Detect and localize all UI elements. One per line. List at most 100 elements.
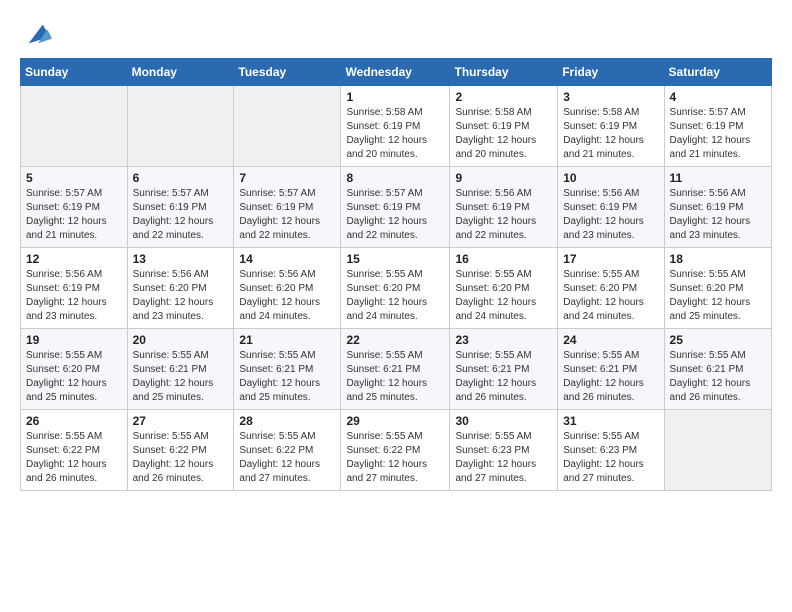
day-info: Sunrise: 5:57 AM Sunset: 6:19 PM Dayligh… bbox=[133, 187, 229, 243]
day-number: 23 bbox=[455, 333, 552, 347]
calendar-cell: 26Sunrise: 5:55 AM Sunset: 6:22 PM Dayli… bbox=[21, 410, 128, 491]
day-info: Sunrise: 5:55 AM Sunset: 6:22 PM Dayligh… bbox=[133, 430, 229, 486]
day-info: Sunrise: 5:55 AM Sunset: 6:21 PM Dayligh… bbox=[239, 349, 335, 405]
day-number: 1 bbox=[346, 90, 444, 104]
day-number: 2 bbox=[455, 90, 552, 104]
day-info: Sunrise: 5:57 AM Sunset: 6:19 PM Dayligh… bbox=[670, 106, 766, 162]
day-number: 4 bbox=[670, 90, 766, 104]
calendar-cell: 12 Sunrise: 5:56 AM Sunset: 6:19 PM Dayli… bbox=[21, 248, 128, 329]
calendar-week-row: 1 Sunrise: 5:58 AM Sunset: 6:19 PM Daylig… bbox=[21, 86, 772, 167]
logo-icon bbox=[24, 20, 52, 48]
calendar-cell: 19 Sunrise: 5:55 AM Sunset: 6:20 PM Dayli… bbox=[21, 329, 128, 410]
calendar-cell: 29Sunrise: 5:55 AM Sunset: 6:22 PM Dayli… bbox=[341, 410, 450, 491]
calendar-cell: 20 Sunrise: 5:55 AM Sunset: 6:21 PM Dayli… bbox=[127, 329, 234, 410]
calendar-cell: 23 Sunrise: 5:55 AM Sunset: 6:21 PM Dayli… bbox=[450, 329, 558, 410]
weekday-header: Sunday bbox=[21, 59, 128, 86]
calendar-cell: 31 Sunrise: 5:55 AM Sunset: 6:23 PM Dayli… bbox=[558, 410, 664, 491]
day-number: 18 bbox=[670, 252, 766, 266]
calendar-cell: 4 Sunrise: 5:57 AM Sunset: 6:19 PM Daylig… bbox=[664, 86, 771, 167]
calendar-cell bbox=[664, 410, 771, 491]
logo bbox=[20, 20, 52, 48]
day-number: 31 bbox=[563, 414, 658, 428]
day-number: 24 bbox=[563, 333, 658, 347]
day-number: 12 bbox=[26, 252, 122, 266]
calendar-cell: 5 Sunrise: 5:57 AM Sunset: 6:19 PM Daylig… bbox=[21, 167, 128, 248]
day-info: Sunrise: 5:55 AM Sunset: 6:21 PM Dayligh… bbox=[133, 349, 229, 405]
day-info: Sunrise: 5:58 AM Sunset: 6:19 PM Dayligh… bbox=[346, 106, 444, 162]
day-info: Sunrise: 5:56 AM Sunset: 6:19 PM Dayligh… bbox=[26, 268, 122, 324]
day-number: 20 bbox=[133, 333, 229, 347]
day-info: Sunrise: 5:58 AM Sunset: 6:19 PM Dayligh… bbox=[455, 106, 552, 162]
day-info: Sunrise: 5:55 AM Sunset: 6:22 PM Dayligh… bbox=[346, 430, 444, 486]
day-info: Sunrise: 5:58 AM Sunset: 6:19 PM Dayligh… bbox=[563, 106, 658, 162]
calendar-cell: 22 Sunrise: 5:55 AM Sunset: 6:21 PM Dayli… bbox=[341, 329, 450, 410]
calendar-cell: 6Sunrise: 5:57 AM Sunset: 6:19 PM Daylig… bbox=[127, 167, 234, 248]
day-number: 28 bbox=[239, 414, 335, 428]
calendar-cell: 9 Sunrise: 5:56 AM Sunset: 6:19 PM Daylig… bbox=[450, 167, 558, 248]
day-number: 3 bbox=[563, 90, 658, 104]
calendar-header-row: SundayMondayTuesdayWednesdayThursdayFrid… bbox=[21, 59, 772, 86]
day-info: Sunrise: 5:56 AM Sunset: 6:20 PM Dayligh… bbox=[133, 268, 229, 324]
day-number: 13 bbox=[133, 252, 229, 266]
day-number: 14 bbox=[239, 252, 335, 266]
calendar-week-row: 26Sunrise: 5:55 AM Sunset: 6:22 PM Dayli… bbox=[21, 410, 772, 491]
day-info: Sunrise: 5:55 AM Sunset: 6:20 PM Dayligh… bbox=[26, 349, 122, 405]
day-info: Sunrise: 5:57 AM Sunset: 6:19 PM Dayligh… bbox=[26, 187, 122, 243]
calendar-cell: 25Sunrise: 5:55 AM Sunset: 6:21 PM Dayli… bbox=[664, 329, 771, 410]
calendar: SundayMondayTuesdayWednesdayThursdayFrid… bbox=[20, 58, 772, 491]
day-number: 30 bbox=[455, 414, 552, 428]
day-number: 25 bbox=[670, 333, 766, 347]
day-info: Sunrise: 5:55 AM Sunset: 6:20 PM Dayligh… bbox=[346, 268, 444, 324]
calendar-cell: 8Sunrise: 5:57 AM Sunset: 6:19 PM Daylig… bbox=[341, 167, 450, 248]
weekday-header: Tuesday bbox=[234, 59, 341, 86]
day-info: Sunrise: 5:55 AM Sunset: 6:22 PM Dayligh… bbox=[26, 430, 122, 486]
day-number: 5 bbox=[26, 171, 122, 185]
calendar-cell: 3 Sunrise: 5:58 AM Sunset: 6:19 PM Daylig… bbox=[558, 86, 664, 167]
day-number: 16 bbox=[455, 252, 552, 266]
day-info: Sunrise: 5:55 AM Sunset: 6:20 PM Dayligh… bbox=[670, 268, 766, 324]
day-info: Sunrise: 5:55 AM Sunset: 6:23 PM Dayligh… bbox=[563, 430, 658, 486]
day-info: Sunrise: 5:56 AM Sunset: 6:19 PM Dayligh… bbox=[670, 187, 766, 243]
day-number: 19 bbox=[26, 333, 122, 347]
calendar-cell: 21 Sunrise: 5:55 AM Sunset: 6:21 PM Dayli… bbox=[234, 329, 341, 410]
day-info: Sunrise: 5:56 AM Sunset: 6:19 PM Dayligh… bbox=[563, 187, 658, 243]
weekday-header: Monday bbox=[127, 59, 234, 86]
calendar-cell: 10 Sunrise: 5:56 AM Sunset: 6:19 PM Dayli… bbox=[558, 167, 664, 248]
day-number: 21 bbox=[239, 333, 335, 347]
calendar-cell bbox=[234, 86, 341, 167]
calendar-cell: 1 Sunrise: 5:58 AM Sunset: 6:19 PM Daylig… bbox=[341, 86, 450, 167]
weekday-header: Friday bbox=[558, 59, 664, 86]
calendar-week-row: 12 Sunrise: 5:56 AM Sunset: 6:19 PM Dayli… bbox=[21, 248, 772, 329]
calendar-cell: 27 Sunrise: 5:55 AM Sunset: 6:22 PM Dayli… bbox=[127, 410, 234, 491]
calendar-cell bbox=[21, 86, 128, 167]
day-number: 8 bbox=[346, 171, 444, 185]
calendar-cell: 28 Sunrise: 5:55 AM Sunset: 6:22 PM Dayli… bbox=[234, 410, 341, 491]
day-number: 10 bbox=[563, 171, 658, 185]
calendar-cell: 2 Sunrise: 5:58 AM Sunset: 6:19 PM Daylig… bbox=[450, 86, 558, 167]
calendar-cell: 15 Sunrise: 5:55 AM Sunset: 6:20 PM Dayli… bbox=[341, 248, 450, 329]
calendar-cell: 30 Sunrise: 5:55 AM Sunset: 6:23 PM Dayli… bbox=[450, 410, 558, 491]
calendar-week-row: 5 Sunrise: 5:57 AM Sunset: 6:19 PM Daylig… bbox=[21, 167, 772, 248]
day-info: Sunrise: 5:56 AM Sunset: 6:20 PM Dayligh… bbox=[239, 268, 335, 324]
calendar-cell: 18 Sunrise: 5:55 AM Sunset: 6:20 PM Dayli… bbox=[664, 248, 771, 329]
day-info: Sunrise: 5:55 AM Sunset: 6:21 PM Dayligh… bbox=[563, 349, 658, 405]
weekday-header: Thursday bbox=[450, 59, 558, 86]
calendar-cell: 16Sunrise: 5:55 AM Sunset: 6:20 PM Dayli… bbox=[450, 248, 558, 329]
calendar-cell bbox=[127, 86, 234, 167]
day-info: Sunrise: 5:57 AM Sunset: 6:19 PM Dayligh… bbox=[239, 187, 335, 243]
day-number: 22 bbox=[346, 333, 444, 347]
day-info: Sunrise: 5:55 AM Sunset: 6:21 PM Dayligh… bbox=[455, 349, 552, 405]
day-number: 11 bbox=[670, 171, 766, 185]
calendar-cell: 11 Sunrise: 5:56 AM Sunset: 6:19 PM Dayli… bbox=[664, 167, 771, 248]
day-number: 27 bbox=[133, 414, 229, 428]
day-number: 17 bbox=[563, 252, 658, 266]
day-info: Sunrise: 5:55 AM Sunset: 6:22 PM Dayligh… bbox=[239, 430, 335, 486]
day-info: Sunrise: 5:55 AM Sunset: 6:21 PM Dayligh… bbox=[346, 349, 444, 405]
day-number: 15 bbox=[346, 252, 444, 266]
calendar-cell: 24 Sunrise: 5:55 AM Sunset: 6:21 PM Dayli… bbox=[558, 329, 664, 410]
page-header bbox=[20, 20, 772, 48]
weekday-header: Saturday bbox=[664, 59, 771, 86]
day-info: Sunrise: 5:55 AM Sunset: 6:23 PM Dayligh… bbox=[455, 430, 552, 486]
day-info: Sunrise: 5:56 AM Sunset: 6:19 PM Dayligh… bbox=[455, 187, 552, 243]
day-number: 9 bbox=[455, 171, 552, 185]
